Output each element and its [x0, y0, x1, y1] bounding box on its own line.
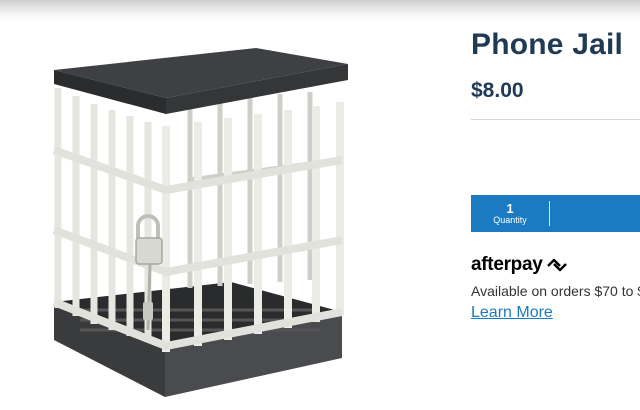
product-title: Phone Jail [471, 28, 624, 61]
quantity-selector[interactable]: 1 Quantity [471, 195, 549, 232]
product-image[interactable] [40, 40, 370, 405]
quantity-value: 1 [506, 200, 514, 216]
product-info-panel: Phone Jail $8.00 1 Quantity afterpay Ava… [471, 0, 640, 409]
afterpay-logo: afterpay [471, 254, 568, 276]
quantity-label: Quantity [493, 214, 527, 225]
afterpay-wordmark: afterpay [471, 254, 543, 275]
quantity-bar: 1 Quantity [471, 195, 640, 232]
divider [471, 119, 640, 120]
product-price: $8.00 [471, 79, 524, 102]
afterpay-arrows-icon [546, 258, 567, 272]
learn-more-link[interactable]: Learn More [471, 304, 553, 322]
cage-illustration [52, 48, 348, 397]
quantity-divider [549, 201, 550, 226]
afterpay-availability-text: Available on orders $70 to $ [471, 283, 640, 299]
